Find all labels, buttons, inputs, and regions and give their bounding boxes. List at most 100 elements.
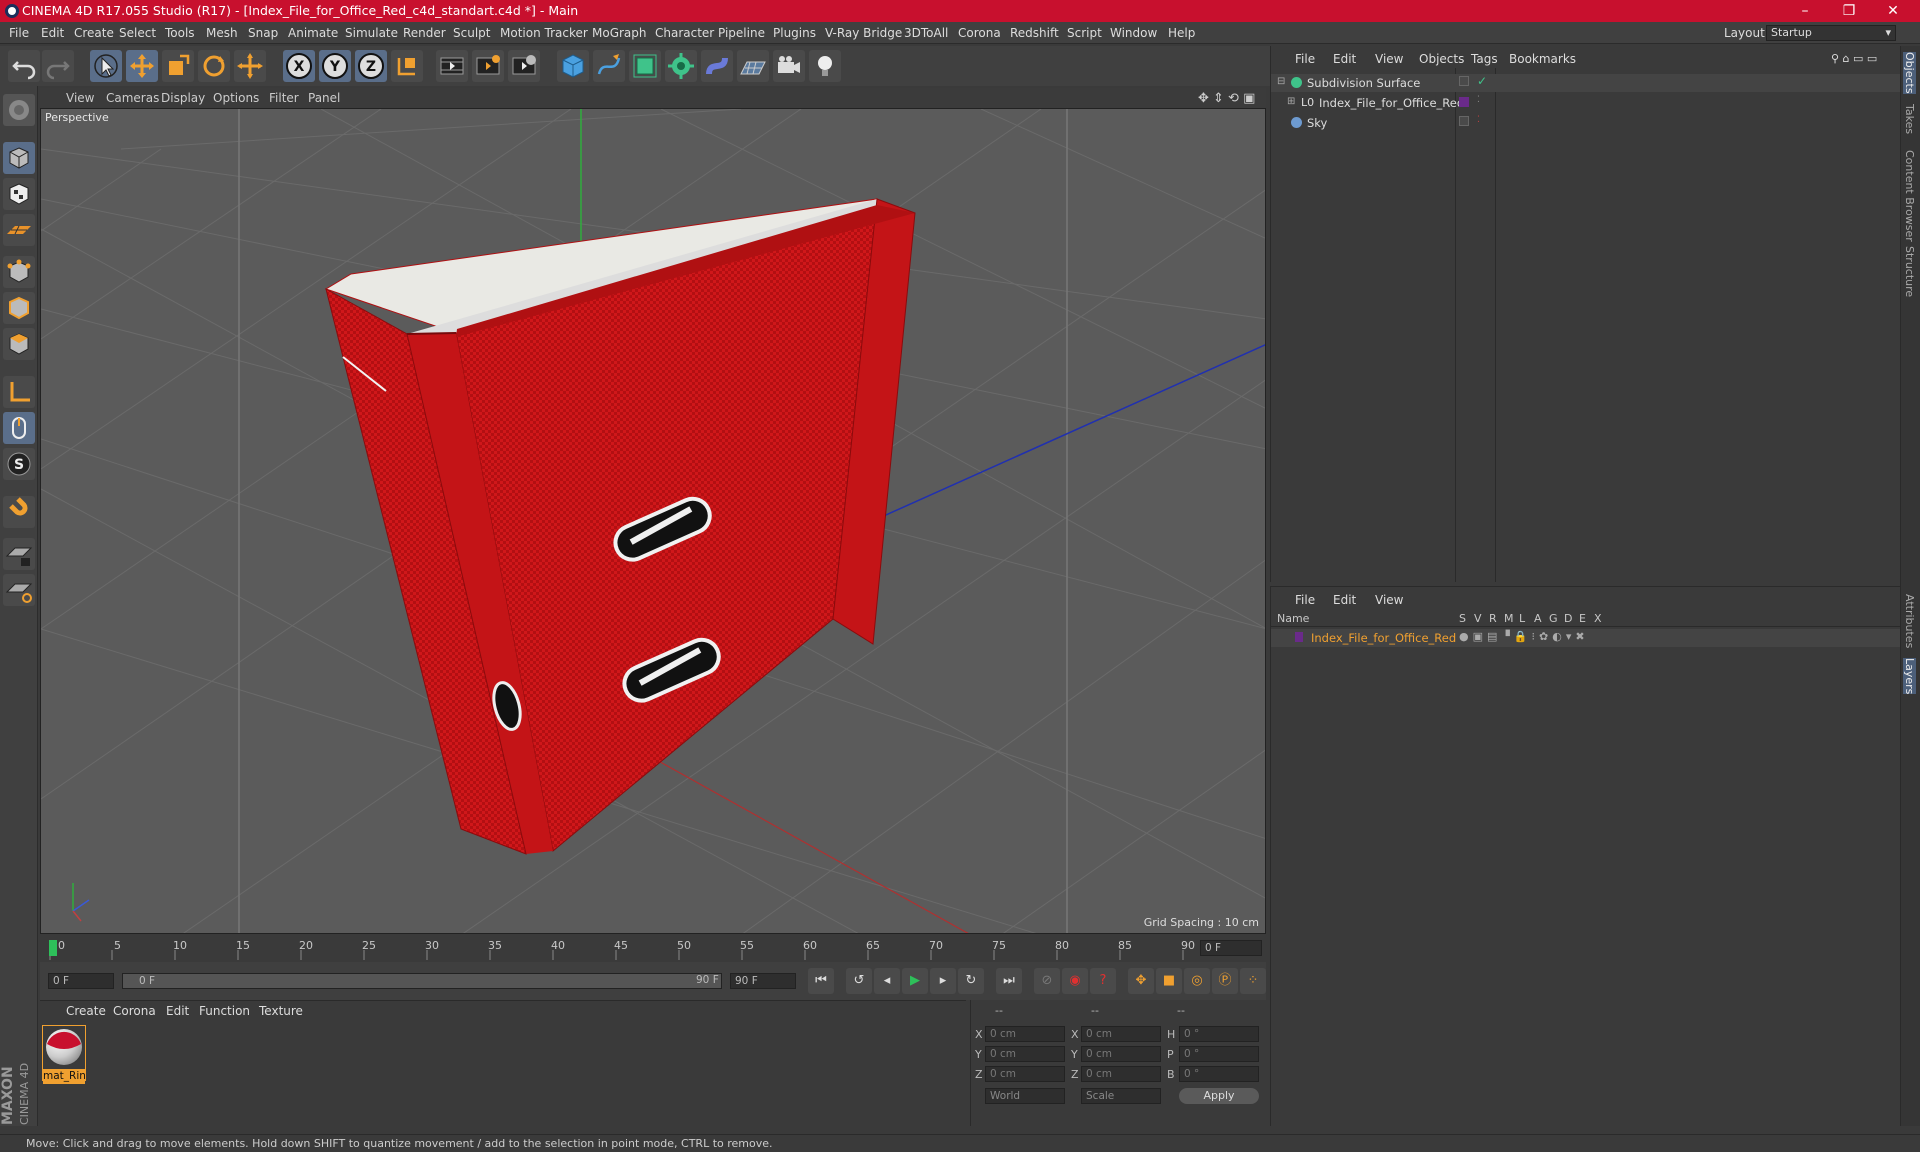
material-menu-edit[interactable]: Edit (166, 1004, 189, 1018)
camera-object-button[interactable] (773, 50, 805, 82)
key-scale-icon[interactable]: ■ (1156, 968, 1182, 994)
rotation-p-field[interactable]: 0 ° (1179, 1046, 1259, 1062)
menu-plugins[interactable]: Plugins (773, 26, 816, 40)
viewport-menu-options[interactable]: Options (213, 91, 259, 105)
menu-motion-tracker[interactable]: Motion Tracker (500, 26, 588, 40)
start-frame-field[interactable]: 0 F (48, 973, 114, 989)
y-axis-lock[interactable]: Y (319, 50, 351, 82)
size-x-field[interactable]: 0 cm (1081, 1026, 1161, 1042)
menu-file[interactable]: File (9, 26, 29, 40)
layer-menu-edit[interactable]: Edit (1333, 593, 1356, 607)
end-frame-field[interactable]: 90 F (730, 973, 796, 989)
object-menu-objects[interactable]: Objects (1419, 52, 1464, 66)
position-y-field[interactable]: 0 cm (985, 1046, 1065, 1062)
object-row-binder[interactable]: ⊞ L0 Index_File_for_Office_Red ⁚ (1271, 94, 1901, 112)
timeline-ruler[interactable]: 0 5 10 15 20 25 30 35 40 45 50 55 60 65 … (40, 936, 1266, 960)
material-menu-function[interactable]: Function (199, 1004, 250, 1018)
binder-model[interactable] (324, 198, 916, 855)
material-menu-create[interactable]: Create (66, 1004, 106, 1018)
enabled-check-icon[interactable]: ✓ (1477, 74, 1487, 88)
transform-tool[interactable] (234, 50, 266, 82)
object-menu-bookmarks[interactable]: Bookmarks (1509, 52, 1576, 66)
cube-object-button[interactable] (557, 50, 589, 82)
maximize-button[interactable]: ❐ (1827, 0, 1871, 22)
cloner-button[interactable] (665, 50, 697, 82)
tab-attributes[interactable]: Attributes (1903, 594, 1916, 648)
points-mode-button[interactable] (3, 256, 35, 288)
tweak-mode-button[interactable] (3, 412, 35, 444)
position-x-field[interactable]: 0 cm (985, 1026, 1065, 1042)
rotation-h-field[interactable]: 0 ° (1179, 1026, 1259, 1042)
floor-object-button[interactable] (737, 50, 769, 82)
render-to-picture-viewer-button[interactable] (472, 50, 504, 82)
position-z-field[interactable]: 0 cm (985, 1066, 1065, 1082)
make-editable-button[interactable] (3, 94, 35, 126)
undo-button[interactable] (8, 50, 40, 82)
menu-select[interactable]: Select (119, 26, 156, 40)
layer-color-box[interactable] (1459, 97, 1469, 107)
menu-pipeline[interactable]: Pipeline (718, 26, 765, 40)
tab-layers[interactable]: Layers (1903, 658, 1916, 695)
current-frame-field[interactable]: 0 F (1200, 940, 1262, 956)
workplane-snap-button[interactable] (3, 574, 35, 606)
move-tool[interactable] (126, 50, 158, 82)
visibility-dots-icon[interactable]: ⁚ (1477, 95, 1480, 105)
previous-frame-icon[interactable]: ◂ (874, 968, 900, 994)
play-icon[interactable]: ▶ (902, 968, 928, 994)
menu-3dtoall[interactable]: 3DToAll (904, 26, 948, 40)
layout-select[interactable]: Startup ▾ (1766, 25, 1896, 41)
edges-mode-button[interactable] (3, 292, 35, 324)
key-position-icon[interactable]: ✥ (1128, 968, 1154, 994)
frame-range-slider[interactable]: 0 F (122, 973, 722, 989)
object-menu-tags[interactable]: Tags (1471, 52, 1498, 66)
layer-color-box[interactable] (1459, 116, 1469, 126)
viewport-navigation-icons[interactable]: ✥ ⇕ ⟲ ▣ (1198, 91, 1255, 106)
material-menu-corona[interactable]: Corona (113, 1004, 156, 1018)
x-axis-lock[interactable]: X (283, 50, 315, 82)
viewport-menu-filter[interactable]: Filter (269, 91, 299, 105)
redo-button[interactable] (42, 50, 74, 82)
collapse-icon[interactable]: ⊟ (1277, 76, 1285, 87)
rotation-b-field[interactable]: 0 ° (1179, 1066, 1259, 1082)
menu-snap[interactable]: Snap (248, 26, 278, 40)
key-rotation-icon[interactable]: ◎ (1184, 968, 1210, 994)
menu-simulate[interactable]: Simulate (345, 26, 398, 40)
layer-menu-file[interactable]: File (1295, 593, 1315, 607)
rotate-tool[interactable] (198, 50, 230, 82)
render-settings-button[interactable] (508, 50, 540, 82)
polygons-mode-button[interactable] (3, 328, 35, 360)
menu-corona[interactable]: Corona (958, 26, 1001, 40)
viewport-menu-panel[interactable]: Panel (308, 91, 340, 105)
search-icon[interactable]: ⚲ ⌂ ▭ ▭ (1831, 52, 1877, 65)
tab-objects[interactable]: Objects (1903, 52, 1916, 94)
size-z-field[interactable]: 0 cm (1081, 1066, 1161, 1082)
menu-redshift[interactable]: Redshift (1010, 26, 1059, 40)
render-view-button[interactable] (436, 50, 468, 82)
texture-mode-button[interactable] (3, 178, 35, 210)
menu-edit[interactable]: Edit (41, 26, 64, 40)
menu-render[interactable]: Render (403, 26, 446, 40)
spline-pen-button[interactable] (593, 50, 625, 82)
next-key-icon[interactable]: ↻ (958, 968, 984, 994)
object-row-sky[interactable]: Sky ⁚ (1271, 114, 1901, 132)
layer-toggle-icons[interactable]: ●▣▤▝🔒⁝✿◐▾✖ (1459, 630, 1589, 643)
magnet-tool-button[interactable] (3, 496, 35, 528)
key-parameter-icon[interactable]: Ⓟ (1212, 968, 1238, 994)
menu-character[interactable]: Character (655, 26, 714, 40)
object-menu-view[interactable]: View (1375, 52, 1403, 66)
material-menu-texture[interactable]: Texture (259, 1004, 303, 1018)
autokey-icon[interactable]: ◉ (1062, 968, 1088, 994)
layer-row[interactable]: Index_File_for_Office_Red ●▣▤▝🔒⁝✿◐▾✖ (1271, 629, 1901, 647)
menu-animate[interactable]: Animate (288, 26, 338, 40)
workplane-mode-button[interactable] (3, 214, 35, 246)
tab-takes[interactable]: Takes (1903, 104, 1916, 134)
viewport-menu-cameras[interactable]: Cameras (106, 91, 159, 105)
tab-structure[interactable]: Structure (1903, 246, 1916, 297)
apply-button[interactable]: Apply (1179, 1088, 1259, 1104)
close-button[interactable]: ✕ (1871, 0, 1915, 22)
model-mode-button[interactable] (3, 142, 35, 174)
subdivision-surface-button[interactable] (629, 50, 661, 82)
menu-sculpt[interactable]: Sculpt (453, 26, 490, 40)
z-axis-lock[interactable]: Z (355, 50, 387, 82)
object-row-subdivision[interactable]: ⊟ Subdivision Surface ✓ (1271, 74, 1901, 92)
